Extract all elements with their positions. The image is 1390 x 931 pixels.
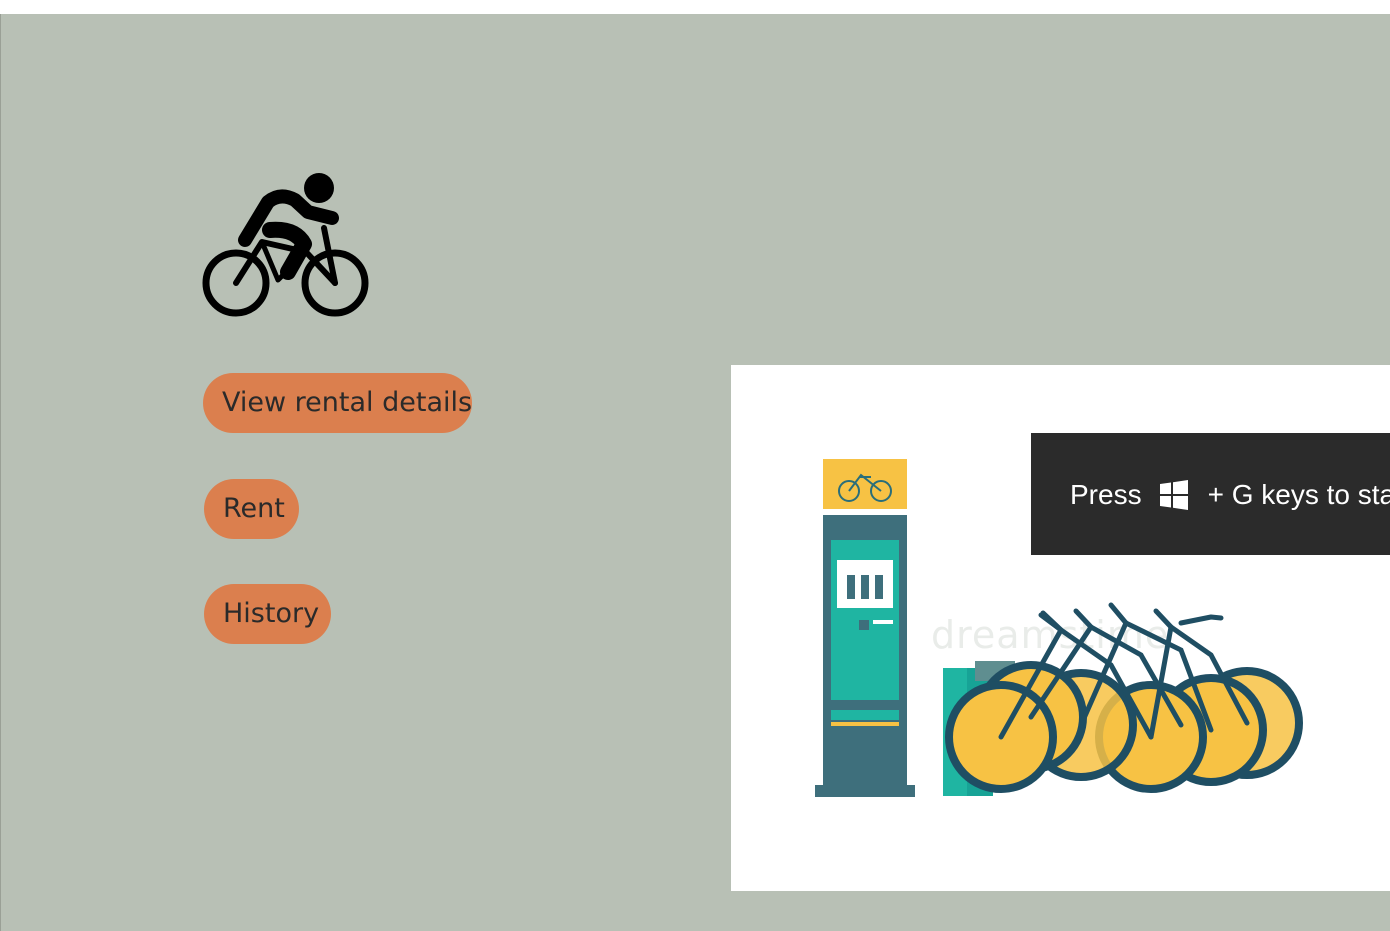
rent-button[interactable]: Rent bbox=[204, 479, 299, 539]
game-bar-toast: Press + G keys to sta bbox=[1031, 433, 1390, 555]
cyclist-logo-icon bbox=[202, 173, 369, 317]
view-rental-details-button[interactable]: View rental details bbox=[203, 373, 472, 433]
toast-message: Press + G keys to sta bbox=[1070, 479, 1390, 511]
toast-prefix: Press bbox=[1070, 479, 1142, 510]
history-button[interactable]: History bbox=[204, 584, 331, 644]
windows-logo-icon bbox=[1159, 480, 1188, 510]
top-strip bbox=[0, 0, 1390, 14]
toast-suffix: + G keys to sta bbox=[1207, 479, 1390, 510]
